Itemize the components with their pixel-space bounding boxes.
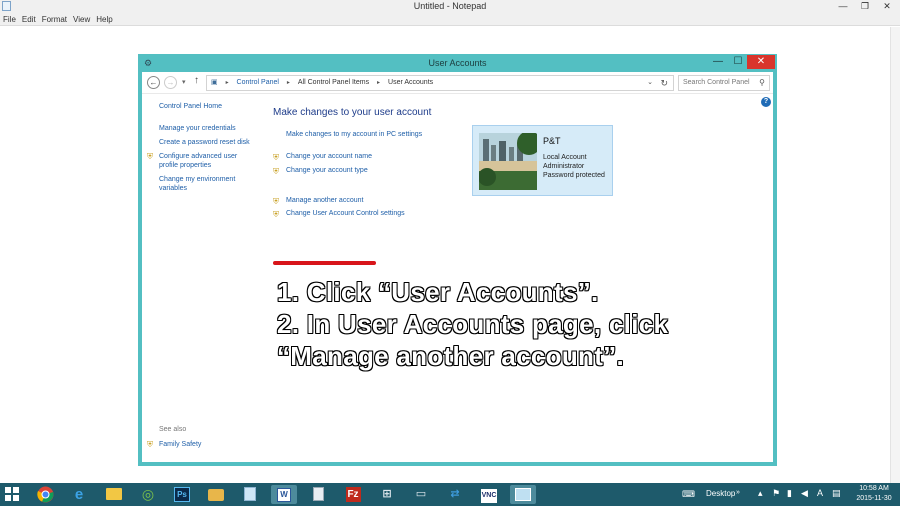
control-panel-icon[interactable] — [510, 485, 536, 504]
folder-icon[interactable] — [203, 485, 229, 504]
notepad-titlebar: Untitled - Notepad — ❐ ✕ — [0, 0, 900, 13]
instruction-overlay: 1. Click “User Accounts”. 2. In User Acc… — [277, 276, 668, 372]
task-manage-another-account[interactable]: Manage another account — [286, 197, 363, 204]
account-role: Administrator — [543, 163, 585, 170]
address-dropdown-icon[interactable]: ⌄ — [647, 76, 653, 90]
remote-desktop-icon[interactable]: ▭ — [408, 485, 434, 504]
document-icon[interactable] — [305, 485, 331, 504]
shield-icon: ⛨ — [273, 210, 279, 219]
task-pc-settings[interactable]: Make changes to my account in PC setting… — [286, 131, 422, 138]
keyboard-icon[interactable]: ⌨ — [682, 489, 695, 500]
account-card: P&T Local Account Administrator Password… — [472, 125, 613, 196]
avatar — [479, 133, 537, 190]
control-panel-icon: ▣ — [211, 79, 218, 86]
task-change-account-type[interactable]: Change your account type — [286, 167, 368, 174]
clock-date[interactable]: 2015-11-30 — [852, 495, 896, 502]
menu-help[interactable]: Help — [93, 13, 115, 24]
shield-icon: ⛨ — [273, 167, 279, 176]
avatar-picture — [479, 133, 537, 190]
search-icon[interactable]: ⚲ — [759, 76, 765, 90]
filezilla-icon[interactable]: Fz — [340, 485, 366, 504]
clock-time[interactable]: 10:58 AM — [852, 485, 896, 492]
internet-explorer-icon[interactable]: e — [66, 485, 92, 504]
menu-format[interactable]: Format — [39, 13, 70, 24]
shield-icon: ⛨ — [147, 152, 153, 161]
account-name: P&T — [543, 136, 561, 146]
menu-edit[interactable]: Edit — [19, 13, 39, 24]
shield-icon: ⛨ — [273, 197, 279, 206]
sidebar-item-environment-variables[interactable]: Change my environment variables — [159, 175, 249, 193]
sidebar-item-advanced-profile[interactable]: Configure advanced user profile properti… — [159, 152, 249, 170]
notepad-vertical-scrollbar[interactable] — [890, 27, 900, 483]
menu-file[interactable]: File — [0, 13, 19, 24]
file-explorer-icon[interactable] — [101, 485, 127, 504]
input-language[interactable]: A — [817, 488, 823, 498]
action-center-flag-icon[interactable]: ⚑ — [772, 488, 780, 499]
account-password-status: Password protected — [543, 172, 605, 179]
sidebar-item-control-panel-home[interactable]: Control Panel Home — [159, 102, 222, 111]
photoshop-icon[interactable]: Ps — [169, 485, 195, 504]
highlight-underline — [273, 261, 376, 265]
recent-locations-chevron-icon[interactable]: ▾ — [182, 78, 186, 86]
instruction-line: 2. In User Accounts page, click — [277, 309, 669, 339]
shield-icon: ⛨ — [273, 153, 279, 162]
menu-view[interactable]: View — [70, 13, 93, 24]
dreamweaver-icon[interactable]: ◎ — [135, 485, 161, 504]
taskbar: e ◎ Ps W Fz ⊞ ▭ ⇄ VNC ⌨ Desktop » ▴ ⚑ ▮ … — [0, 483, 900, 506]
instruction-line: 1. Click “User Accounts”. — [277, 277, 599, 307]
breadcrumb-user-accounts[interactable]: User Accounts — [388, 76, 433, 90]
search-input[interactable]: Search Control Panel ⚲ — [678, 75, 770, 91]
notepad-icon[interactable] — [237, 485, 263, 504]
shield-icon: ⛨ — [147, 440, 153, 449]
volume-icon[interactable]: ◀ — [801, 488, 808, 499]
desktop-toolbar-label[interactable]: Desktop — [706, 489, 735, 498]
account-type: Local Account — [543, 154, 587, 161]
close-button[interactable]: ✕ — [878, 0, 896, 12]
help-icon[interactable]: ? — [761, 97, 771, 107]
user-accounts-window: ⚙ User Accounts — ☐ ✕ ← → ▾ ↑ ▣ ▸ Contro… — [138, 54, 777, 466]
printer-icon[interactable]: ▤ — [832, 488, 841, 499]
desktop-chevron-icon[interactable]: » — [736, 489, 740, 496]
see-also-label: See also — [159, 426, 187, 433]
page-title: Make changes to your user account — [273, 107, 432, 118]
back-arrow-icon[interactable]: ← — [147, 76, 160, 89]
show-hidden-icons-icon[interactable]: ▴ — [758, 488, 763, 499]
notepad-menubar: File Edit Format View Help — [0, 13, 900, 26]
task-uac-settings[interactable]: Change User Account Control settings — [286, 210, 405, 217]
ua-close-button[interactable]: ✕ — [747, 55, 775, 69]
sidebar-item-family-safety[interactable]: Family Safety — [159, 440, 201, 449]
breadcrumb-separator-icon: ▸ — [377, 80, 381, 86]
chrome-icon[interactable] — [32, 485, 58, 504]
ua-minimize-button[interactable]: — — [708, 55, 728, 69]
breadcrumb-separator-icon: ▸ — [286, 80, 290, 86]
user-accounts-title: User Accounts — [428, 58, 487, 68]
up-arrow-icon[interactable]: ↑ — [194, 75, 199, 86]
refresh-icon[interactable]: ↻ — [660, 76, 668, 90]
network-icon[interactable]: ⊞ — [374, 485, 400, 504]
address-bar[interactable]: ▣ ▸ Control Panel ▸ All Control Panel It… — [206, 75, 674, 91]
user-accounts-content: ← → ▾ ↑ ▣ ▸ Control Panel ▸ All Control … — [142, 72, 773, 462]
teamviewer-icon[interactable]: ⇄ — [442, 485, 468, 504]
vnc-icon[interactable]: VNC — [476, 485, 502, 504]
ua-maximize-button[interactable]: ☐ — [728, 55, 748, 69]
windows-start-icon[interactable] — [5, 487, 20, 502]
breadcrumb-separator-icon: ▸ — [225, 80, 229, 86]
forward-arrow-icon[interactable]: → — [164, 76, 177, 89]
maximize-button[interactable]: ❐ — [856, 0, 874, 12]
user-accounts-titlebar: ⚙ User Accounts — ☐ ✕ — [138, 54, 777, 72]
instruction-line: “Manage another account”. — [277, 341, 624, 371]
network-status-icon[interactable]: ▮ — [787, 488, 792, 499]
sidebar-item-password-reset-disk[interactable]: Create a password reset disk — [159, 138, 250, 147]
word-icon[interactable]: W — [271, 485, 297, 504]
breadcrumb-all-items[interactable]: All Control Panel Items — [298, 76, 369, 90]
task-change-account-name[interactable]: Change your account name — [286, 153, 372, 160]
notepad-title: Untitled - Notepad — [413, 1, 487, 11]
breadcrumb-control-panel[interactable]: Control Panel — [237, 76, 279, 90]
minimize-button[interactable]: — — [834, 0, 852, 12]
sidebar-item-manage-credentials[interactable]: Manage your credentials — [159, 124, 236, 133]
search-placeholder: Search Control Panel — [683, 79, 750, 86]
navigation-bar: ← → ▾ ↑ ▣ ▸ Control Panel ▸ All Control … — [142, 72, 773, 94]
